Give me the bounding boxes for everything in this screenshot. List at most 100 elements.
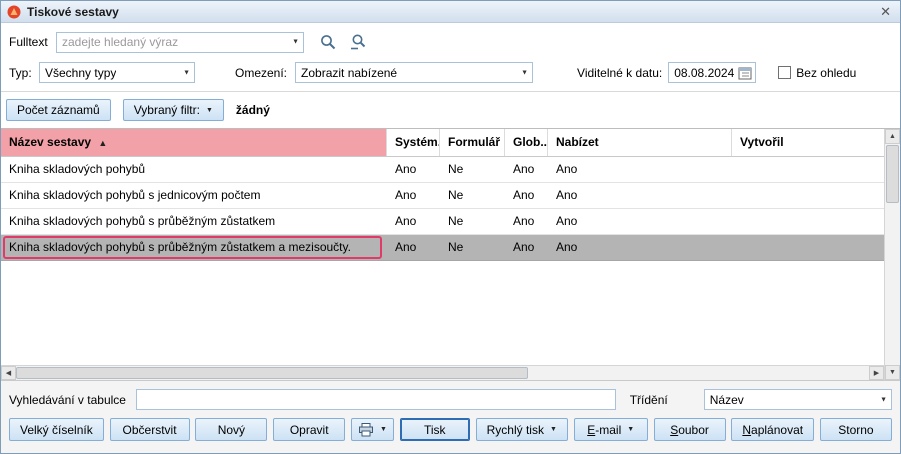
table-row-selected[interactable]: Kniha skladových pohybů s průběžným zůst… <box>1 235 884 261</box>
scroll-left-icon[interactable]: ◀ <box>1 366 16 380</box>
quick-print-button[interactable]: Rychlý tisk ▼ <box>476 418 568 441</box>
cell-system: Ano <box>387 183 440 208</box>
chevron-down-icon[interactable]: ▼ <box>292 39 299 46</box>
print-reports-dialog: Tiskové sestavy ✕ Fulltext ▼ <box>0 0 901 454</box>
cell-created-by <box>732 157 884 182</box>
sorting-combobox[interactable]: Název ▼ <box>704 389 892 410</box>
hscroll-track[interactable] <box>528 366 869 380</box>
column-header-system[interactable]: Systém... <box>387 129 440 156</box>
print-options-button[interactable]: ▼ <box>351 418 394 441</box>
selected-filter-label: Vybraný filtr: <box>134 103 200 117</box>
close-icon[interactable]: ✕ <box>877 4 894 20</box>
email-button[interactable]: E-mail ▼ <box>574 418 648 441</box>
chevron-down-icon: ▼ <box>380 426 387 433</box>
fulltext-row: Fulltext ▼ <box>9 31 892 53</box>
column-header-global[interactable]: Glob... <box>505 129 548 156</box>
selected-filter-value: žádný <box>236 103 270 117</box>
cell-offer: Ano <box>548 157 732 182</box>
restriction-combobox[interactable]: Zobrazit nabízené ▼ <box>295 62 533 83</box>
footer: Vyhledávání v tabulce Třídění Název ▼ Ve… <box>1 380 900 453</box>
refresh-button[interactable]: Občerstvit <box>110 418 190 441</box>
cell-offer: Ano <box>548 183 732 208</box>
restriction-label: Omezení: <box>235 66 287 80</box>
cell-name: Kniha skladových pohybů s průběžným zůst… <box>1 235 387 260</box>
large-list-button[interactable]: Velký číselník <box>9 418 104 441</box>
regardless-checkbox[interactable] <box>778 66 791 79</box>
type-combobox[interactable]: Všechny typy ▼ <box>39 62 195 83</box>
new-button[interactable]: Nový <box>195 418 267 441</box>
table-row[interactable]: Kniha skladových pohybů s průběžným zůst… <box>1 209 884 235</box>
chevron-down-icon: ▼ <box>183 69 190 76</box>
vscroll-thumb[interactable] <box>886 145 899 203</box>
column-header-form[interactable]: Formulář <box>440 129 505 156</box>
app-icon <box>7 5 21 19</box>
restriction-value: Zobrazit nabízené <box>301 66 397 80</box>
cell-global: Ano <box>505 209 548 234</box>
table-search-input[interactable] <box>136 389 616 410</box>
cell-form: Ne <box>440 209 505 234</box>
fulltext-combobox[interactable]: ▼ <box>56 32 304 53</box>
column-header-created-by[interactable]: Vytvořil <box>732 129 884 156</box>
filter-area: Fulltext ▼ Typ: Vše <box>1 23 900 91</box>
cell-offer: Ano <box>548 235 732 260</box>
schedule-button[interactable]: Naplánovat <box>731 418 814 441</box>
vscroll-track[interactable] <box>885 204 900 365</box>
column-header-name-label: Název sestavy <box>9 135 91 149</box>
column-header-offer[interactable]: Nabízet <box>548 129 732 156</box>
edit-button[interactable]: Opravit <box>273 418 345 441</box>
type-row: Typ: Všechny typy ▼ Omezení: Zobrazit na… <box>9 62 892 83</box>
chevron-down-icon: ▼ <box>627 426 634 433</box>
print-button[interactable]: Tisk <box>400 418 470 441</box>
cell-form: Ne <box>440 157 505 182</box>
cell-system: Ano <box>387 157 440 182</box>
column-header-name[interactable]: Název sestavy ▲ <box>1 129 387 156</box>
cell-global: Ano <box>505 157 548 182</box>
chevron-down-icon: ▼ <box>550 426 557 433</box>
vertical-scrollbar[interactable]: ▲ ▼ <box>884 129 900 380</box>
chevron-down-icon: ▼ <box>880 396 887 403</box>
cell-system: Ano <box>387 235 440 260</box>
printer-icon <box>358 423 374 437</box>
cell-global: Ano <box>505 235 548 260</box>
cancel-button[interactable]: Storno <box>820 418 892 441</box>
scroll-right-icon[interactable]: ▶ <box>869 366 884 380</box>
fulltext-input[interactable] <box>62 33 285 52</box>
cell-created-by <box>732 235 884 260</box>
cell-created-by <box>732 183 884 208</box>
chevron-down-icon: ▼ <box>206 107 213 114</box>
type-value: Všechny typy <box>45 66 116 80</box>
regardless-label: Bez ohledu <box>796 66 856 80</box>
scroll-down-icon[interactable]: ▼ <box>885 365 900 380</box>
type-label: Typ: <box>9 66 39 80</box>
sorting-label: Třídění <box>630 393 668 407</box>
visible-date-value: 08.08.2024 <box>674 66 734 80</box>
cell-created-by <box>732 209 884 234</box>
calendar-icon[interactable] <box>738 66 752 80</box>
button-row: Velký číselník Občerstvit Nový Opravit <box>9 418 892 441</box>
window-title: Tiskové sestavy <box>27 5 119 19</box>
visible-date-field[interactable]: 08.08.2024 <box>668 62 756 83</box>
horizontal-scrollbar[interactable]: ◀ ▶ <box>1 365 884 380</box>
fulltext-label: Fulltext <box>9 35 56 49</box>
cell-name: Kniha skladových pohybů s průběžným zůst… <box>1 209 387 234</box>
cell-name: Kniha skladových pohybů <box>1 157 387 182</box>
cell-name: Kniha skladových pohybů s jednicovým poč… <box>1 183 387 208</box>
table-row[interactable]: Kniha skladových pohybů s jednicovým poč… <box>1 183 884 209</box>
cell-global: Ano <box>505 183 548 208</box>
cell-offer: Ano <box>548 209 732 234</box>
title-bar[interactable]: Tiskové sestavy ✕ <box>1 1 900 23</box>
cell-form: Ne <box>440 183 505 208</box>
table-header: Název sestavy ▲ Systém... Formulář Glob.… <box>1 129 884 157</box>
cell-system: Ano <box>387 209 440 234</box>
table-row[interactable]: Kniha skladových pohybů Ano Ne Ano Ano <box>1 157 884 183</box>
table-search-row: Vyhledávání v tabulce Třídění Název ▼ <box>9 389 892 410</box>
file-button[interactable]: Soubor <box>654 418 726 441</box>
search-icon[interactable] <box>316 31 340 53</box>
search-advanced-icon[interactable] <box>346 31 370 53</box>
table-empty-area <box>1 261 884 365</box>
scroll-up-icon[interactable]: ▲ <box>885 129 900 144</box>
table-search-label: Vyhledávání v tabulce <box>9 393 126 407</box>
record-count-button[interactable]: Počet záznamů <box>6 99 111 121</box>
hscroll-thumb[interactable] <box>16 367 528 379</box>
selected-filter-button[interactable]: Vybraný filtr: ▼ <box>123 99 224 121</box>
